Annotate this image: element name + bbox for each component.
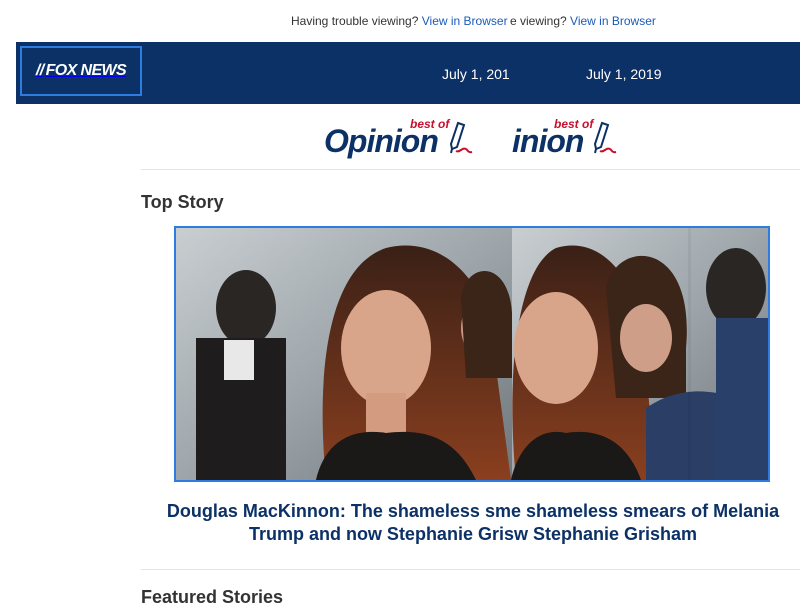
top-story-heading: Top Story xyxy=(141,192,224,212)
fox-news-logo[interactable]: //FOX NEWS xyxy=(20,46,142,96)
featured-stories-heading: Featured Stories xyxy=(141,587,284,607)
best-of-label-duplicate: best of xyxy=(554,117,594,131)
headline-line1-part1: Douglas MacKinnon: The shameless sm xyxy=(166,501,511,521)
divider xyxy=(141,569,800,570)
view-in-browser-link[interactable]: View in Browser xyxy=(422,14,508,28)
trouble-text: Having trouble viewing? xyxy=(291,14,419,28)
pen-icon xyxy=(593,121,617,154)
headline-line2-part2: w Stephanie Grisham xyxy=(513,524,698,544)
logo-text: //FOX NEWS xyxy=(35,62,127,79)
view-in-browser-link-duplicate[interactable]: View in Browser xyxy=(570,14,656,28)
best-of-label: best of xyxy=(410,117,450,131)
top-story-headline[interactable]: Douglas MacKinnon: The shameless sme sha… xyxy=(145,500,800,546)
divider xyxy=(141,169,800,170)
pen-icon xyxy=(449,121,473,154)
top-story-photo xyxy=(176,228,768,480)
preheader-line-duplicate: e viewing? View in Browser xyxy=(510,13,656,29)
header-bar: //FOX NEWS July 1, 201 July 1, 2019 xyxy=(16,42,800,104)
top-story-image[interactable] xyxy=(174,226,770,482)
preheader-line: Having trouble viewing? View in Browser xyxy=(291,13,510,29)
headline-line1-part2: e shameless smears of Melania xyxy=(510,501,780,521)
header-date-fragment: July 1, 201 xyxy=(442,66,510,82)
headline-line2-part1: Trump and now Stephanie Gris xyxy=(248,524,514,544)
best-of-opinion-banner-duplicate[interactable]: inion best of xyxy=(512,115,622,167)
best-of-opinion-banner[interactable]: Opinion best of xyxy=(324,115,476,167)
trouble-text-fragment: e viewing? xyxy=(510,14,567,28)
header-date: July 1, 2019 xyxy=(586,66,662,82)
